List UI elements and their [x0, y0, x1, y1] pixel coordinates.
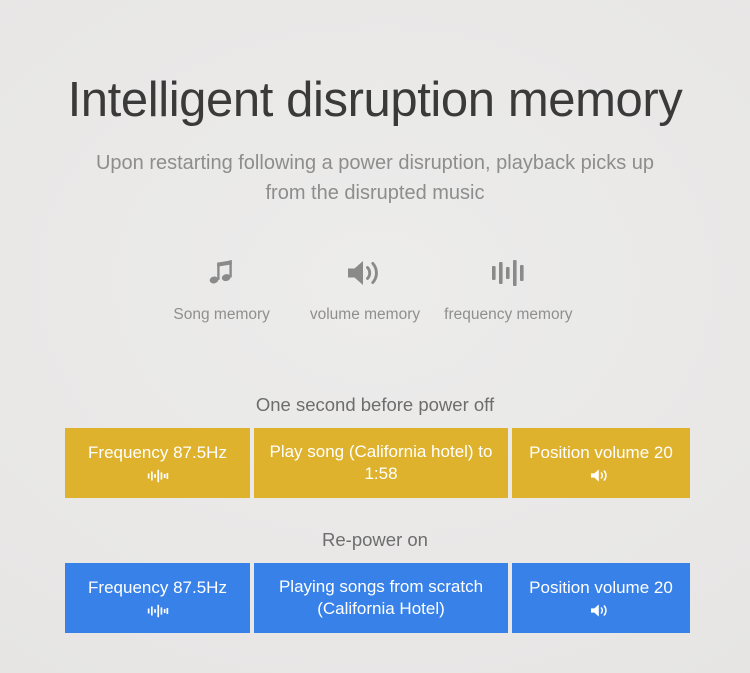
status-cell-frequency: Frequency 87.5Hz — [65, 428, 250, 498]
feature-label: volume memory — [309, 306, 421, 323]
status-cell-frequency: Frequency 87.5Hz — [65, 563, 250, 633]
status-cell-text: Position volume 20 — [529, 443, 673, 463]
status-cell-song: Play song (California hotel) to 1:58 — [254, 428, 508, 498]
page-title: Intelligent disruption memory — [67, 73, 683, 127]
status-cell-text: Playing songs from scratch (California H… — [278, 577, 484, 618]
status-row-power-off: Frequency 87.5Hz Play song (California h… — [65, 428, 690, 498]
feature-volume-memory: volume memory — [293, 252, 436, 323]
status-cell-text: Position volume 20 — [529, 578, 673, 598]
status-cell-song: Playing songs from scratch (California H… — [254, 563, 508, 633]
equalizer-icon — [147, 468, 169, 484]
status-row-re-power-on: Frequency 87.5Hz Playing songs from scra… — [65, 563, 690, 633]
status-cell-text: Play song (California hotel) to 1:58 — [269, 442, 493, 483]
status-cell-text: Frequency 87.5Hz — [88, 578, 227, 598]
feature-label: Song memory — [173, 306, 270, 323]
status-cell-volume: Position volume 20 — [512, 428, 690, 498]
feature-label: frequency memory — [444, 306, 573, 323]
feature-frequency-memory: frequency memory — [437, 252, 580, 323]
page-subtitle: Upon restarting following a power disrup… — [95, 152, 655, 204]
feature-song-memory: Song memory — [150, 252, 293, 323]
music-note-icon — [205, 252, 239, 294]
caption-re-power-on: Re-power on — [322, 529, 428, 550]
promo-page: Intelligent disruption memory Upon resta… — [0, 0, 750, 673]
speaker-volume-icon — [590, 468, 612, 484]
status-cell-volume: Position volume 20 — [512, 563, 690, 633]
speaker-volume-icon — [345, 252, 385, 294]
speaker-volume-icon — [590, 603, 612, 619]
status-cell-text: Frequency 87.5Hz — [88, 443, 227, 463]
equalizer-icon — [147, 603, 169, 619]
feature-list: Song memory volume memory frequency memo… — [150, 252, 580, 323]
caption-power-off: One second before power off — [255, 394, 495, 415]
equalizer-icon — [489, 252, 527, 294]
